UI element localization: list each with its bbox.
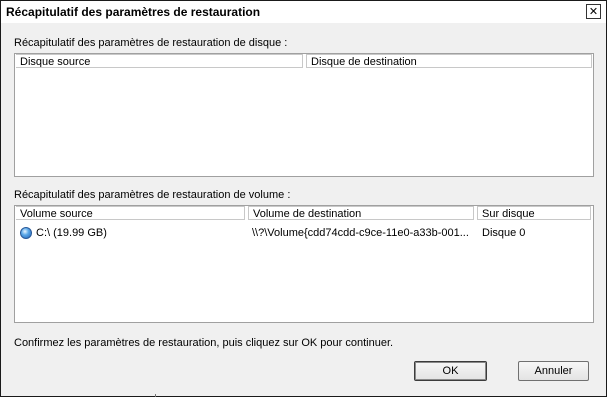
close-button[interactable]: ✕ xyxy=(586,4,601,19)
disk-section-label: Récapitulatif des paramètres de restaura… xyxy=(14,37,288,49)
disk-volume-icon xyxy=(20,227,32,239)
restore-summary-dialog: Récapitulatif des paramètres de restaura… xyxy=(0,0,607,397)
volume-section-label: Récapitulatif des paramètres de restaura… xyxy=(14,189,291,201)
ok-button[interactable]: OK xyxy=(414,361,487,381)
column-header-volume-source[interactable]: Volume source xyxy=(16,206,245,220)
column-header-volume-destination[interactable]: Volume de destination xyxy=(248,206,474,220)
column-header-disque-source[interactable]: Disque source xyxy=(16,54,303,68)
column-header-sur-disque[interactable]: Sur disque xyxy=(477,206,591,220)
confirmation-message: Confirmez les paramètres de restauration… xyxy=(14,337,394,349)
volume-summary-list[interactable]: Volume source Volume de destination Sur … xyxy=(14,205,594,323)
close-icon: ✕ xyxy=(588,5,599,18)
disk-summary-list[interactable]: Disque source Disque de destination xyxy=(14,53,594,177)
table-row[interactable]: C:\ (19.99 GB) \\?\Volume{cdd74cdd-c9ce-… xyxy=(15,225,591,241)
title-bar[interactable]: Récapitulatif des paramètres de restaura… xyxy=(1,1,606,23)
window-title: Récapitulatif des paramètres de restaura… xyxy=(6,5,261,19)
cancel-button[interactable]: Annuler xyxy=(518,361,589,381)
column-header-disque-destination[interactable]: Disque de destination xyxy=(306,54,592,68)
on-disk-cell: Disque 0 xyxy=(482,227,526,239)
volume-destination-cell: \\?\Volume{cdd74cdd-c9ce-11e0-a33b-001..… xyxy=(252,227,469,239)
volume-source-cell: C:\ (19.99 GB) xyxy=(36,227,107,239)
